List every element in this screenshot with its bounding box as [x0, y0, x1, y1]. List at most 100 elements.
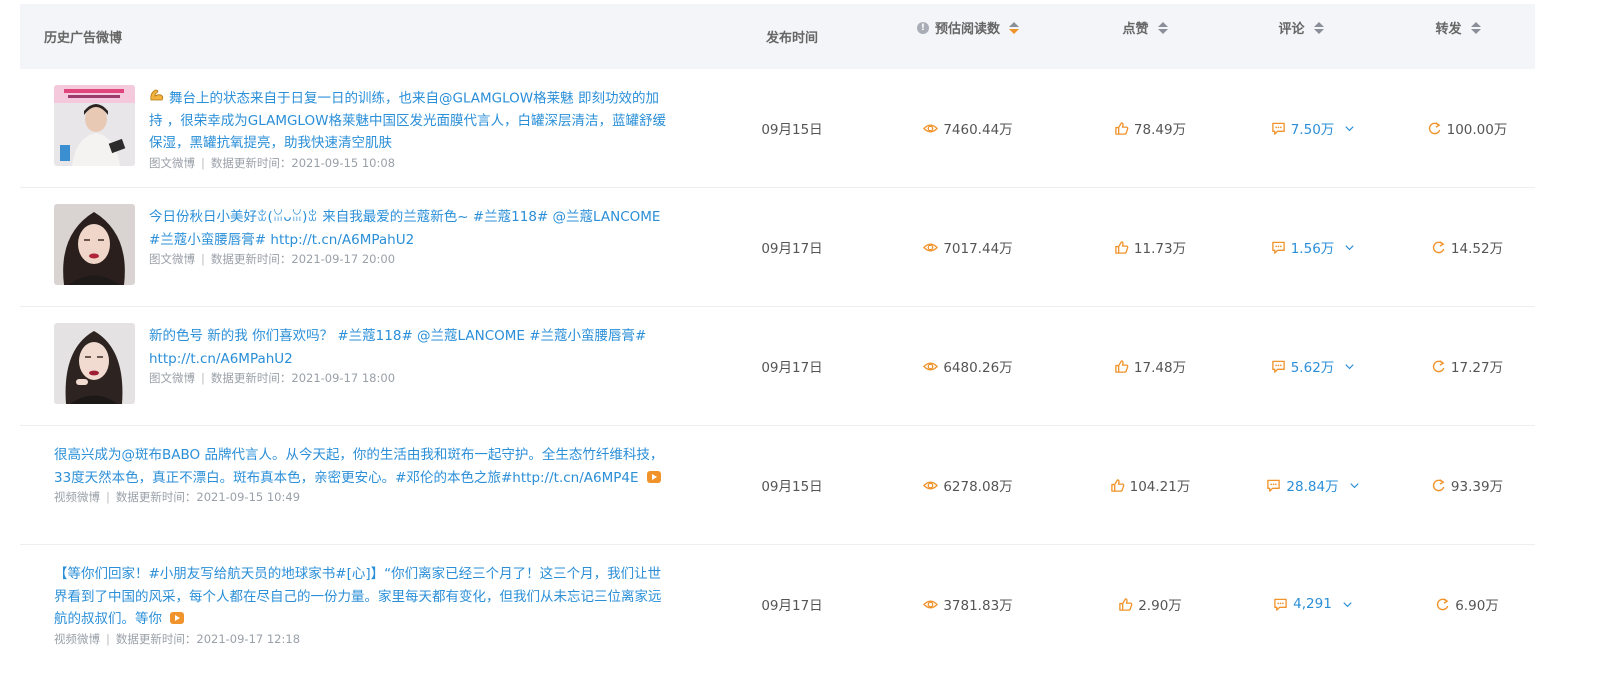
header-likes-label: 点赞 — [1122, 22, 1149, 37]
post-text[interactable]: 很高兴成为@斑布BABO 品牌代言人。从今天起，你的生活由我和斑布一起守护。全生… — [54, 444, 669, 489]
likes-value: 2.90万 — [1138, 598, 1182, 614]
likes-cell: 11.73万 — [1100, 188, 1200, 306]
likes-cell: 78.49万 — [1100, 69, 1200, 187]
header-reads[interactable]: ! 预估阅读数 — [888, 0, 1048, 60]
post-thumbnail[interactable] — [54, 85, 135, 166]
thumbs-up-icon — [1115, 121, 1129, 135]
post-text-body[interactable]: 舞台上的状态来自于日复一日的训练，也来自@GLAMGLOW格莱魅 即刻功效的加持… — [149, 90, 666, 151]
post-text[interactable]: 今日份秋日小美好ꒃ(ꈍᴗꈍ)ꒃ 来自我最爱的兰蔻新色~ #兰蔻118# @兰蔻L… — [149, 206, 669, 251]
header-comments[interactable]: 评论 — [1256, 0, 1346, 60]
post-content[interactable]: 今日份秋日小美好ꒃ(ꈍᴗꈍ)ꒃ 来自我最爱的兰蔻新色~ #兰蔻118# @兰蔻L… — [149, 206, 669, 267]
eye-icon — [923, 362, 939, 370]
post-meta: 图文微博 | 数据更新时间：2021-09-15 10:08 — [149, 155, 396, 170]
reposts-value: 93.39万 — [1450, 479, 1504, 495]
updated-label: 数据更新时间： — [210, 155, 292, 170]
comments-cell[interactable]: 5.62万 — [1254, 307, 1374, 425]
post-text[interactable]: 新的色号 新的我 你们喜欢吗？ #兰蔻118# @兰蔻LANCOME #兰蔻小蛮… — [149, 325, 669, 370]
info-icon[interactable]: ! — [916, 21, 929, 34]
publish-date: 09月15日 — [761, 122, 823, 138]
publish-date: 09月17日 — [761, 598, 823, 614]
updated-time: 2021-09-17 20:00 — [291, 252, 396, 266]
post-meta: 视频微博 | 数据更新时间：2021-09-15 10:49 — [54, 490, 301, 504]
thumbs-up-icon — [1110, 478, 1124, 492]
sort-comments-icon[interactable] — [1313, 21, 1324, 34]
table-row[interactable]: 今日份秋日小美好ꒃ(ꈍᴗꈍ)ꒃ 来自我最爱的兰蔻新色~ #兰蔻118# @兰蔻L… — [20, 188, 1535, 307]
post-type: 图文微博 — [149, 371, 195, 385]
reposts-value: 17.27万 — [1450, 360, 1504, 376]
likes-value: 104.21万 — [1129, 479, 1191, 495]
post-text-body[interactable]: 很高兴成为@斑布BABO 品牌代言人。从今天起，你的生活由我和斑布一起守护。全生… — [54, 447, 663, 486]
header-post: 历史广告微博 — [44, 4, 244, 69]
reads-cell: 6278.08万 — [888, 426, 1048, 544]
eye-icon — [923, 600, 939, 608]
comment-bubble-icon — [1274, 598, 1287, 611]
eye-icon — [923, 243, 939, 251]
header-reads-label: 预估阅读数 — [934, 22, 1000, 37]
header-likes[interactable]: 点赞 — [1100, 0, 1190, 60]
thumbs-up-icon — [1115, 240, 1129, 254]
table-row[interactable]: 很高兴成为@斑布BABO 品牌代言人。从今天起，你的生活由我和斑布一起守护。全生… — [20, 426, 1535, 545]
video-badge-icon — [646, 470, 661, 483]
reads-value: 6480.26万 — [943, 360, 1013, 376]
reposts-cell: 14.52万 — [1412, 188, 1522, 306]
chevron-down-icon — [1345, 125, 1354, 131]
chevron-down-icon — [1349, 482, 1359, 488]
post-type: 图文微博 — [149, 252, 195, 266]
reads-cell: 7460.44万 — [888, 69, 1048, 187]
likes-value: 11.73万 — [1133, 241, 1187, 257]
comments-cell[interactable]: 1.56万 — [1254, 188, 1374, 306]
repost-arrow-icon — [1432, 240, 1445, 253]
reposts-cell: 6.90万 — [1412, 545, 1522, 663]
post-thumbnail[interactable] — [54, 323, 135, 404]
repost-arrow-icon — [1432, 478, 1445, 491]
comments-cell[interactable]: 28.84万 — [1254, 426, 1374, 544]
comments-cell[interactable]: 7.50万 — [1254, 69, 1374, 187]
comments-value[interactable]: 5.62万 — [1291, 356, 1335, 376]
likes-value: 78.49万 — [1133, 122, 1187, 138]
updated-label: 数据更新时间： — [210, 252, 292, 266]
table-row[interactable]: 【等你们回家！#小朋友写给航天员的地球家书#[心]】“你们离家已经三个月了！这三… — [20, 545, 1535, 664]
reposts-value: 6.90万 — [1455, 598, 1499, 614]
reads-cell: 3781.83万 — [888, 545, 1048, 663]
post-content[interactable]: 很高兴成为@斑布BABO 品牌代言人。从今天起，你的生活由我和斑布一起守护。全生… — [54, 444, 669, 505]
repost-arrow-icon — [1432, 359, 1445, 372]
post-meta: 图文微博 | 数据更新时间：2021-09-17 18:00 — [149, 371, 396, 385]
chevron-down-icon — [1345, 363, 1354, 369]
likes-value: 17.48万 — [1133, 360, 1187, 376]
reads-value: 7017.44万 — [943, 241, 1013, 257]
post-text[interactable]: 【等你们回家！#小朋友写给航天员的地球家书#[心]】“你们离家已经三个月了！这三… — [54, 563, 669, 631]
header-comments-label: 评论 — [1278, 22, 1305, 37]
sort-reads-icon[interactable] — [1009, 21, 1019, 34]
updated-label: 数据更新时间： — [210, 371, 292, 385]
thumbs-up-icon — [1119, 597, 1133, 611]
comment-bubble-icon — [1271, 241, 1285, 254]
table-row[interactable]: 新的色号 新的我 你们喜欢吗？ #兰蔻118# @兰蔻LANCOME #兰蔻小蛮… — [20, 307, 1535, 426]
reposts-value: 100.00万 — [1446, 122, 1508, 138]
post-content[interactable]: 【等你们回家！#小朋友写给航天员的地球家书#[心]】“你们离家已经三个月了！这三… — [54, 563, 669, 647]
post-content[interactable]: 舞台上的状态来自于日复一日的训练，也来自@GLAMGLOW格莱魅 即刻功效的加持… — [149, 87, 669, 171]
comments-cell[interactable]: 4,291 — [1254, 545, 1374, 663]
comments-value[interactable]: 4,291 — [1293, 596, 1332, 612]
reposts-value: 14.52万 — [1450, 241, 1504, 257]
table-row[interactable]: 舞台上的状态来自于日复一日的训练，也来自@GLAMGLOW格莱魅 即刻功效的加持… — [20, 69, 1535, 188]
chevron-down-icon — [1343, 601, 1352, 607]
reads-value: 6278.08万 — [943, 479, 1013, 495]
updated-time: 2021-09-17 18:00 — [291, 371, 396, 385]
post-content[interactable]: 新的色号 新的我 你们喜欢吗？ #兰蔻118# @兰蔻LANCOME #兰蔻小蛮… — [149, 325, 669, 386]
reads-cell: 6480.26万 — [888, 307, 1048, 425]
sort-reposts-icon[interactable] — [1470, 21, 1481, 34]
updated-label: 数据更新时间： — [115, 490, 197, 504]
post-thumbnail[interactable] — [54, 204, 135, 285]
comments-value[interactable]: 28.84万 — [1286, 475, 1338, 495]
sort-likes-icon[interactable] — [1157, 21, 1168, 34]
post-text-body[interactable]: 【等你们回家！#小朋友写给航天员的地球家书#[心]】“你们离家已经三个月了！这三… — [54, 566, 662, 627]
comments-value[interactable]: 1.56万 — [1291, 237, 1335, 257]
comments-value[interactable]: 7.50万 — [1291, 118, 1335, 138]
comment-bubble-icon — [1267, 479, 1281, 492]
post-type: 视频微博 — [54, 490, 100, 504]
post-text[interactable]: 舞台上的状态来自于日复一日的训练，也来自@GLAMGLOW格莱魅 即刻功效的加持… — [149, 87, 669, 155]
header-reposts[interactable]: 转发 — [1413, 0, 1503, 60]
repost-arrow-icon — [1428, 121, 1441, 134]
eye-icon — [923, 124, 939, 132]
reads-value: 3781.83万 — [943, 598, 1013, 614]
